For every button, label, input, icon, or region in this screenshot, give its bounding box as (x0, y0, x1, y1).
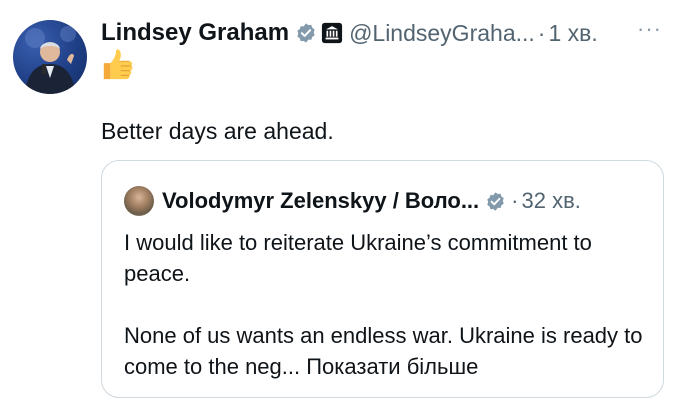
author-display-name[interactable]: Lindsey Graham (101, 19, 289, 47)
thumbs-up-icon (103, 49, 133, 80)
quoted-tweet-timestamp[interactable]: 32 хв. (521, 188, 580, 214)
author-handle[interactable]: @LindseyGraha... (349, 20, 535, 47)
verified-badge-icon[interactable] (295, 22, 317, 44)
tweet-header: Lindsey Graham @LindseyGraha... · 1 хв. (101, 16, 598, 50)
government-building-icon[interactable] (321, 22, 343, 44)
quoted-paragraph-1: I would like to reiterate Ukraine’s comm… (124, 230, 592, 286)
quoted-author-display-name[interactable]: Volodymyr Zelenskyy / Воло... (162, 188, 479, 214)
quoted-tweet-header: Volodymyr Zelenskyy / Воло... · 32 хв. (124, 185, 581, 217)
tweet[interactable]: Lindsey Graham @LindseyGraha... · 1 хв. … (0, 0, 680, 402)
separator-dot: · (511, 188, 519, 213)
quoted-tweet[interactable]: Volodymyr Zelenskyy / Воло... · 32 хв. I… (101, 160, 664, 398)
show-more-link[interactable]: Показати більше (306, 354, 478, 379)
quoted-tweet-text: I would like to reiterate Ukraine’s comm… (124, 227, 654, 382)
more-options-icon[interactable]: ··· (637, 16, 662, 42)
author-avatar[interactable] (13, 20, 87, 94)
verified-badge-icon[interactable] (485, 191, 506, 212)
separator-dot: · (537, 19, 546, 46)
tweet-timestamp[interactable]: 1 хв. (548, 20, 597, 47)
tweet-text: Better days are ahead. (101, 118, 334, 144)
author-avatar-image (25, 26, 76, 94)
quoted-paragraph-2: None of us wants an endless war. Ukraine… (124, 320, 654, 382)
quoted-author-avatar[interactable] (124, 186, 154, 216)
